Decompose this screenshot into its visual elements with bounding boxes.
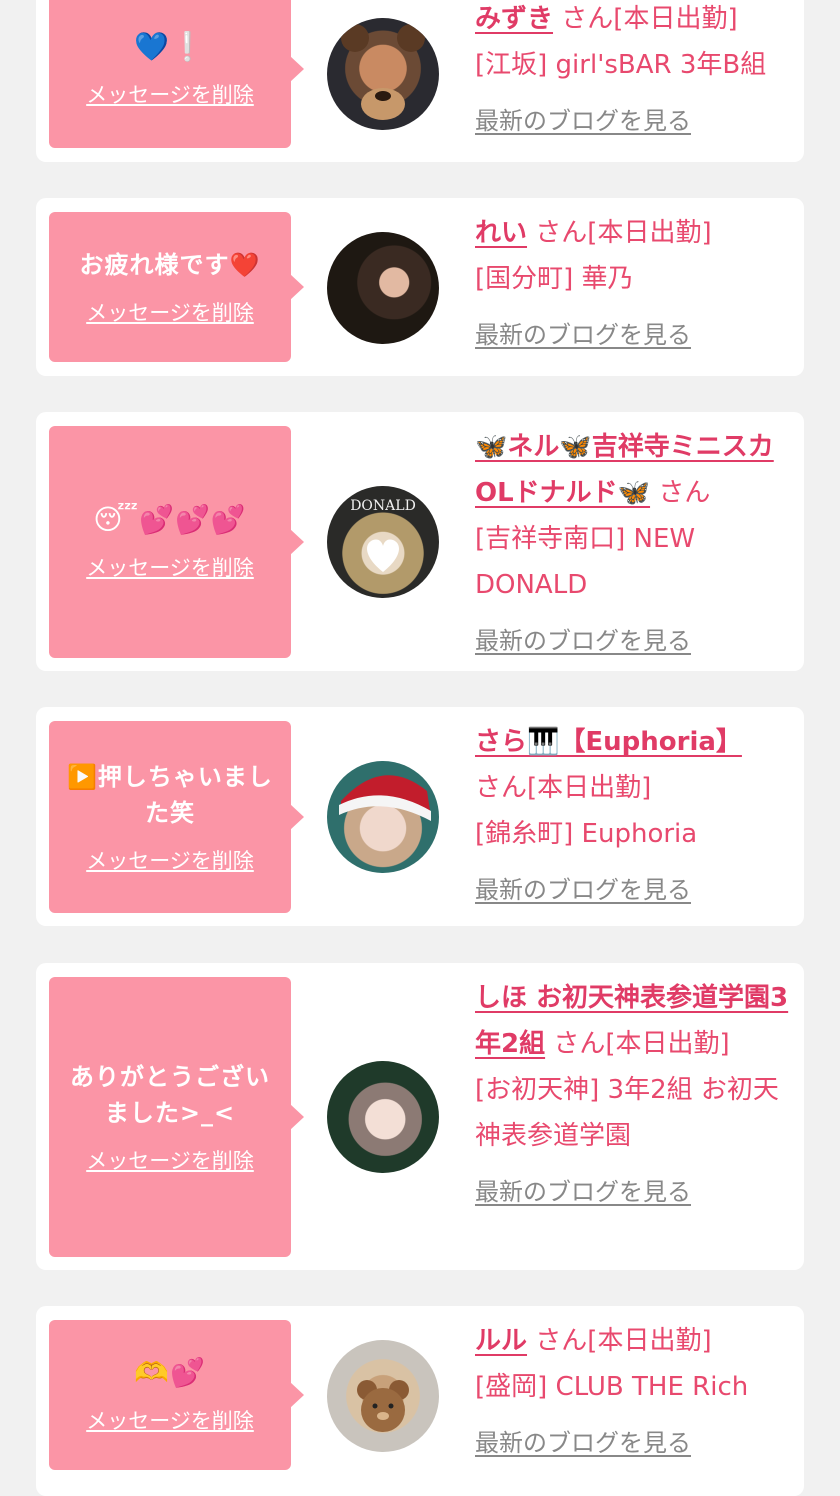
message-text: 😴💕💕💕 <box>93 503 247 536</box>
message-bubble: ▶️押しちゃいました笑 メッセージを削除 <box>49 721 304 913</box>
bear-sticker-icon <box>357 1380 409 1432</box>
shop-name: [錦糸町] Euphoria <box>475 819 698 849</box>
message-card: 😴💕💕💕 メッセージを削除 DONALD 🦋ネル🦋吉祥寺ミニスカOLドナルド🦋 … <box>36 412 804 671</box>
message-card: ありがとうございました>_< メッセージを削除 しほ お初天神表参道学園3年2組… <box>36 963 804 1270</box>
shop-name: [吉祥寺南口] NEW DONALD <box>475 524 696 600</box>
honorific: さん <box>658 478 711 508</box>
attendance-status: [本日出勤] <box>605 1029 730 1059</box>
delete-message-link[interactable]: メッセージを削除 <box>86 297 254 327</box>
cast-info: れい さん[本日出勤] [国分町] 華乃 最新のブログを見る <box>475 210 793 358</box>
message-bubble: 😴💕💕💕 メッセージを削除 <box>49 426 304 658</box>
honorific: さん <box>535 1326 588 1356</box>
message-card: 💙❕ メッセージを削除 みずき さん[本日出勤] [江坂] girl'sBAR … <box>36 0 804 162</box>
message-bubble: 💙❕ メッセージを削除 <box>49 0 304 148</box>
delete-message-link[interactable]: メッセージを削除 <box>86 845 254 875</box>
avatar[interactable] <box>327 18 439 130</box>
message-bubble: ありがとうございました>_< メッセージを削除 <box>49 977 304 1257</box>
message-text: ありがとうございました>_< <box>70 1063 270 1127</box>
shop-name: [国分町] 華乃 <box>475 264 634 294</box>
cast-name-link[interactable]: みずき <box>475 4 553 34</box>
avatar[interactable] <box>327 232 439 344</box>
avatar[interactable] <box>327 1340 439 1452</box>
message-text: 💙❕ <box>134 30 206 63</box>
shop-name: [江坂] girl'sBAR 3年B組 <box>475 50 767 80</box>
cast-info: ルル さん[本日出勤] [盛岡] CLUB THE Rich 最新のブログを見る <box>475 1318 793 1466</box>
cast-name-link[interactable]: れい <box>475 218 527 248</box>
blog-link[interactable]: 最新のブログを見る <box>475 1420 793 1466</box>
blog-link[interactable]: 最新のブログを見る <box>475 618 793 664</box>
honorific: さん <box>535 218 588 248</box>
attendance-status: [本日出勤] <box>587 218 712 248</box>
heart-sticker-icon: DONALD <box>350 498 416 572</box>
shop-name: [お初天神] 3年2組 お初天神表参道学園 <box>475 1075 779 1151</box>
cast-name-link[interactable]: 🦋ネル🦋吉祥寺ミニスカOLドナルド🦋 <box>475 432 774 508</box>
avatar[interactable]: DONALD <box>327 486 439 598</box>
shop-name: [盛岡] CLUB THE Rich <box>475 1372 749 1402</box>
blog-link[interactable]: 最新のブログを見る <box>475 98 793 144</box>
bear-filter-icon <box>341 24 425 120</box>
cast-info: 🦋ネル🦋吉祥寺ミニスカOLドナルド🦋 さん [吉祥寺南口] NEW DONALD… <box>475 424 793 664</box>
cast-info: さら🎹【Euphoria】 さん[本日出勤] [錦糸町] Euphoria 最新… <box>475 719 793 913</box>
blog-link[interactable]: 最新のブログを見る <box>475 312 793 358</box>
honorific: さん <box>553 1029 606 1059</box>
message-card: 🫶💕 メッセージを削除 ルル さん[本日出勤] [盛岡] CLUB THE Ri… <box>36 1306 804 1496</box>
delete-message-link[interactable]: メッセージを削除 <box>86 79 254 109</box>
avatar[interactable] <box>327 761 439 873</box>
delete-message-link[interactable]: メッセージを削除 <box>86 1405 254 1435</box>
cast-name-link[interactable]: ルル <box>475 1326 527 1356</box>
attendance-status: [本日出勤] <box>613 4 738 34</box>
message-text: お疲れ様です❤️ <box>79 251 261 279</box>
cast-info: しほ お初天神表参道学園3年2組 さん[本日出勤] [お初天神] 3年2組 お初… <box>475 975 793 1215</box>
delete-message-link[interactable]: メッセージを削除 <box>86 1145 254 1175</box>
cast-name-link[interactable]: さら🎹【Euphoria】 <box>475 727 742 757</box>
attendance-status: [本日出勤] <box>527 773 652 803</box>
santa-hat-icon <box>339 775 431 821</box>
cast-info: みずき さん[本日出勤] [江坂] girl'sBAR 3年B組 最新のブログを… <box>475 0 793 144</box>
honorific: さん <box>475 773 528 803</box>
blog-link[interactable]: 最新のブログを見る <box>475 1169 793 1215</box>
delete-message-link[interactable]: メッセージを削除 <box>86 552 254 582</box>
message-card: ▶️押しちゃいました笑 メッセージを削除 さら🎹【Euphoria】 さん[本日… <box>36 707 804 926</box>
blog-link[interactable]: 最新のブログを見る <box>475 867 793 913</box>
svg-text:DONALD: DONALD <box>350 498 416 514</box>
message-bubble: 🫶💕 メッセージを削除 <box>49 1320 304 1470</box>
message-text: 🫶💕 <box>134 1356 206 1389</box>
honorific: さん <box>561 4 614 34</box>
message-bubble: お疲れ様です❤️ メッセージを削除 <box>49 212 304 362</box>
avatar[interactable] <box>327 1061 439 1173</box>
message-card: お疲れ様です❤️ メッセージを削除 れい さん[本日出勤] [国分町] 華乃 最… <box>36 198 804 376</box>
attendance-status: [本日出勤] <box>587 1326 712 1356</box>
message-text: ▶️押しちゃいました笑 <box>67 763 273 827</box>
